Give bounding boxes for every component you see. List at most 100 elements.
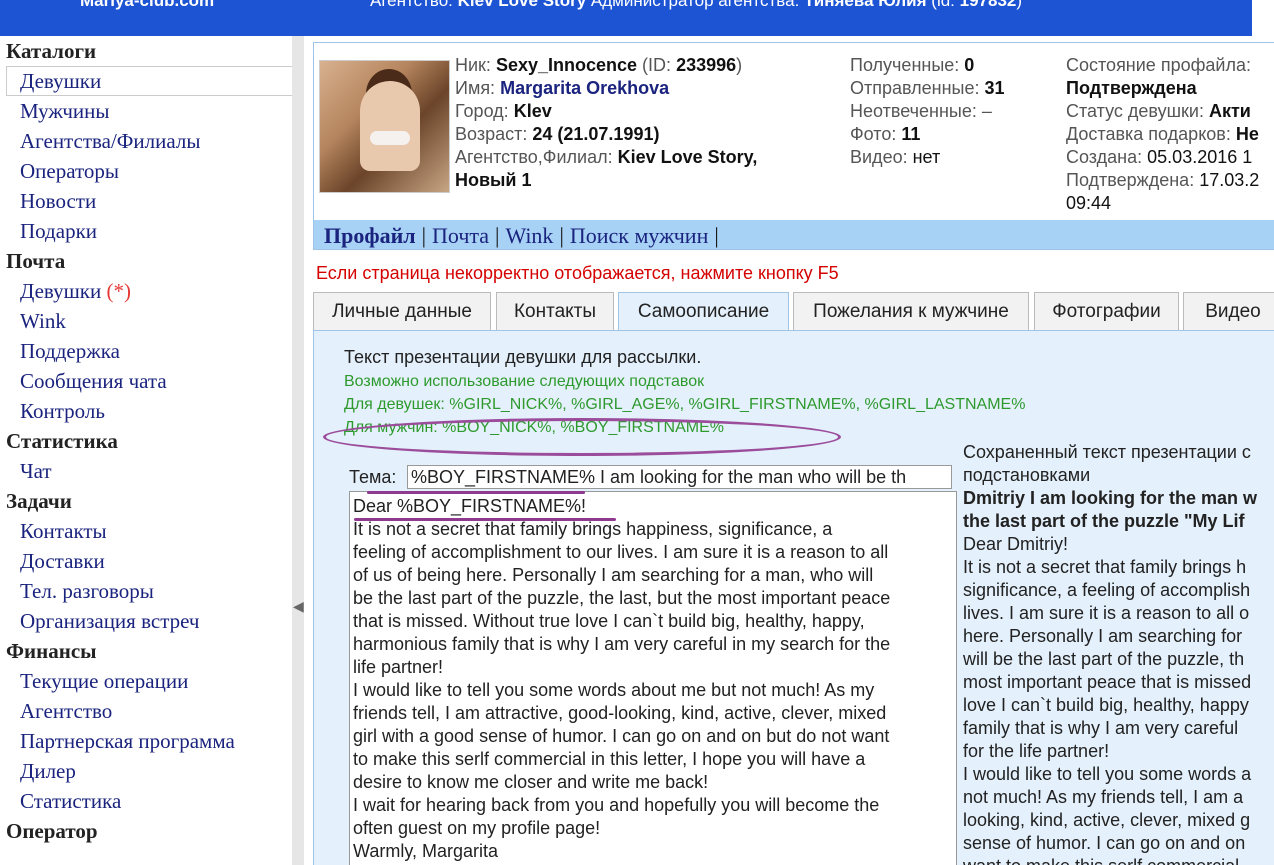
sidebar-item-news[interactable]: Новости [0,186,292,216]
letter-line: It is not a secret that family brings ha… [353,519,833,539]
saved-line: want to make this serlf commercial [963,855,1274,865]
status-label: Статус девушки: [1066,101,1204,121]
sidebar-item-catalog-men[interactable]: Мужчины [0,96,292,126]
nav-profile[interactable]: Профайл [324,223,416,248]
sidebar-section-operator: Оператор [6,819,98,843]
tab-wishes[interactable]: Пожелания к мужчине [793,292,1029,330]
profile-mail-stats: Полученные: 0 Отправленные: 31 Неотвечен… [850,54,1060,169]
profile-photo[interactable] [319,60,450,193]
tab-personal-data[interactable]: Личные данные [313,292,491,330]
saved-line: for the life partner! [963,741,1110,761]
site-title[interactable]: Mariya-club.com [80,0,214,11]
city-label: Город: [455,101,509,121]
sidebar-item-meetings[interactable]: Организация встреч [0,606,292,636]
nav-mail[interactable]: Почта [432,223,489,248]
subject-input[interactable]: %BOY_FIRSTNAME% I am looking for the man… [407,465,952,489]
tab-photos[interactable]: Фотографии [1034,292,1179,330]
sidebar-item-deliveries[interactable]: Доставки [0,546,292,576]
sidebar-item-chat[interactable]: Чат [0,456,292,486]
window-edge [1252,0,1274,36]
tab-video[interactable]: Видео [1183,292,1274,330]
photo-count-row: Фото: 11 [850,123,1060,146]
sidebar-item-operators[interactable]: Операторы [0,156,292,186]
sidebar-item-agency[interactable]: Агентство [0,696,292,726]
sidebar-item-wink[interactable]: Wink [0,306,292,336]
sidebar-item-support[interactable]: Поддержка [0,336,292,366]
agency-info: Агентство: Kiev Love Story Администратор… [370,0,1022,11]
sidebar-item-finance-statistics[interactable]: Статистика [0,786,292,816]
subject-label: Тема: [349,467,397,487]
sidebar-item-current-operations[interactable]: Текущие операции [0,666,292,696]
sidebar-item-contacts[interactable]: Контакты [0,516,292,546]
sidebar-section-mail: Почта [6,249,66,273]
sidebar-item-dealer[interactable]: Дилер [0,756,292,786]
presentation-panel: Текст презентации девушки для рассылки. … [313,330,1274,865]
sidebar: Каталоги Девушки Мужчины Агентства/Филиа… [0,36,292,865]
nick-row: Ник: Sexy_Innocence (ID: 233996) [455,54,855,77]
created-label: Создана: [1066,147,1143,167]
saved-line: lives. I am sure it is a reason to all o [963,603,1250,623]
video-row: Видео: нет [850,146,1060,169]
letter-line: Warmly, Margarita [353,841,499,861]
annotation-oval [323,418,841,456]
letter-line: feeling of accomplishment to our lives. … [353,542,889,562]
letter-line: girl with a good sense of humor. I can g… [353,726,890,746]
sidebar-section-finance: Финансы [6,639,97,663]
age-label: Возраст: [455,124,528,144]
saved-heading: Сохраненный текст презентации с [963,442,1251,462]
sidebar-splitter[interactable]: ◀ [292,36,304,865]
sidebar-item-phone-calls[interactable]: Тел. разговоры [0,576,292,606]
collapse-arrow-icon[interactable]: ◀ [293,592,304,620]
sidebar-item-gifts[interactable]: Подарки [0,216,292,246]
saved-line: not much! As my friends tell, I am a [963,787,1244,807]
saved-line: most important peace that is missed [963,672,1252,692]
unanswered-row: Неотвеченные: – [850,100,1060,123]
saved-line: sense of humor. I can go on and on [963,833,1246,853]
received-value: 0 [964,55,975,75]
admin-id-suffix: ) [1016,0,1023,10]
city-value: Klev [513,101,552,121]
photo-garment-shape [370,131,410,145]
confirmed-time: 09:44 [1066,193,1112,213]
girl-placeholders: Для девушек: %GIRL_NICK%, %GIRL_AGE%, %G… [344,396,1026,413]
letter-line: friends tell, I am attractive, good-look… [353,703,887,723]
id-label: (ID: [642,55,672,75]
video-value: нет [912,147,941,167]
name-label: Имя: [455,78,496,98]
nav-wink[interactable]: Wink [505,223,553,248]
gifts-value: Не [1235,124,1259,144]
reload-warning: Если страница некорректно отображается, … [316,263,839,283]
status-value: Акти [1208,101,1251,121]
nav-separator: | [421,223,426,248]
profile-card: Ник: Sexy_Innocence (ID: 233996) Имя: Ma… [313,42,1274,250]
name-value[interactable]: Margarita Orekhova [500,78,669,98]
created-row: Создана: 05.03.2016 1 [1066,146,1274,169]
saved-subject: Dmitriy I am looking for the man w [963,488,1258,508]
sidebar-item-control[interactable]: Контроль [0,396,292,426]
main-content: Ник: Sexy_Innocence (ID: 233996) Имя: Ma… [304,36,1274,865]
annotation-underline-greeting [354,518,616,521]
gifts-label: Доставка подарков: [1066,124,1231,144]
received-label: Полученные: [850,55,960,75]
subject-row: Тема: %BOY_FIRSTNAME% I am looking for t… [349,465,954,489]
sidebar-item-mail-girls[interactable]: Девушки (*) [0,276,292,306]
saved-heading: подстановками [963,465,1091,485]
nav-separator: | [559,223,564,248]
confirmed-row: Подтверждена: 17.03.2 [1066,169,1274,192]
tab-self-description[interactable]: Самоописание [618,292,789,330]
nav-separator: | [714,223,719,248]
sidebar-item-catalog-girls[interactable]: Девушки [6,66,292,96]
unread-marker: (*) [106,279,131,303]
nav-search-men[interactable]: Поиск мужчин [570,223,709,248]
sent-row: Отправленные: 31 [850,77,1060,100]
sidebar-item-agencies[interactable]: Агентства/Филиалы [0,126,292,156]
sidebar-item-partner-program[interactable]: Партнерская программа [0,726,292,756]
letter-textarea[interactable]: Dear %BOY_FIRSTNAME%! It is not a secret… [349,491,957,865]
saved-line: significance, a feeling of accomplish [963,580,1251,600]
gifts-row: Доставка подарков: Не [1066,123,1274,146]
letter-line: life partner! [353,657,444,677]
letter-line: I wait for hearing back from you and hop… [353,795,880,815]
tab-contacts[interactable]: Контакты [496,292,614,330]
sidebar-item-chat-messages[interactable]: Сообщения чата [0,366,292,396]
presentation-intro: Текст презентации девушки для рассылки. [344,347,702,367]
